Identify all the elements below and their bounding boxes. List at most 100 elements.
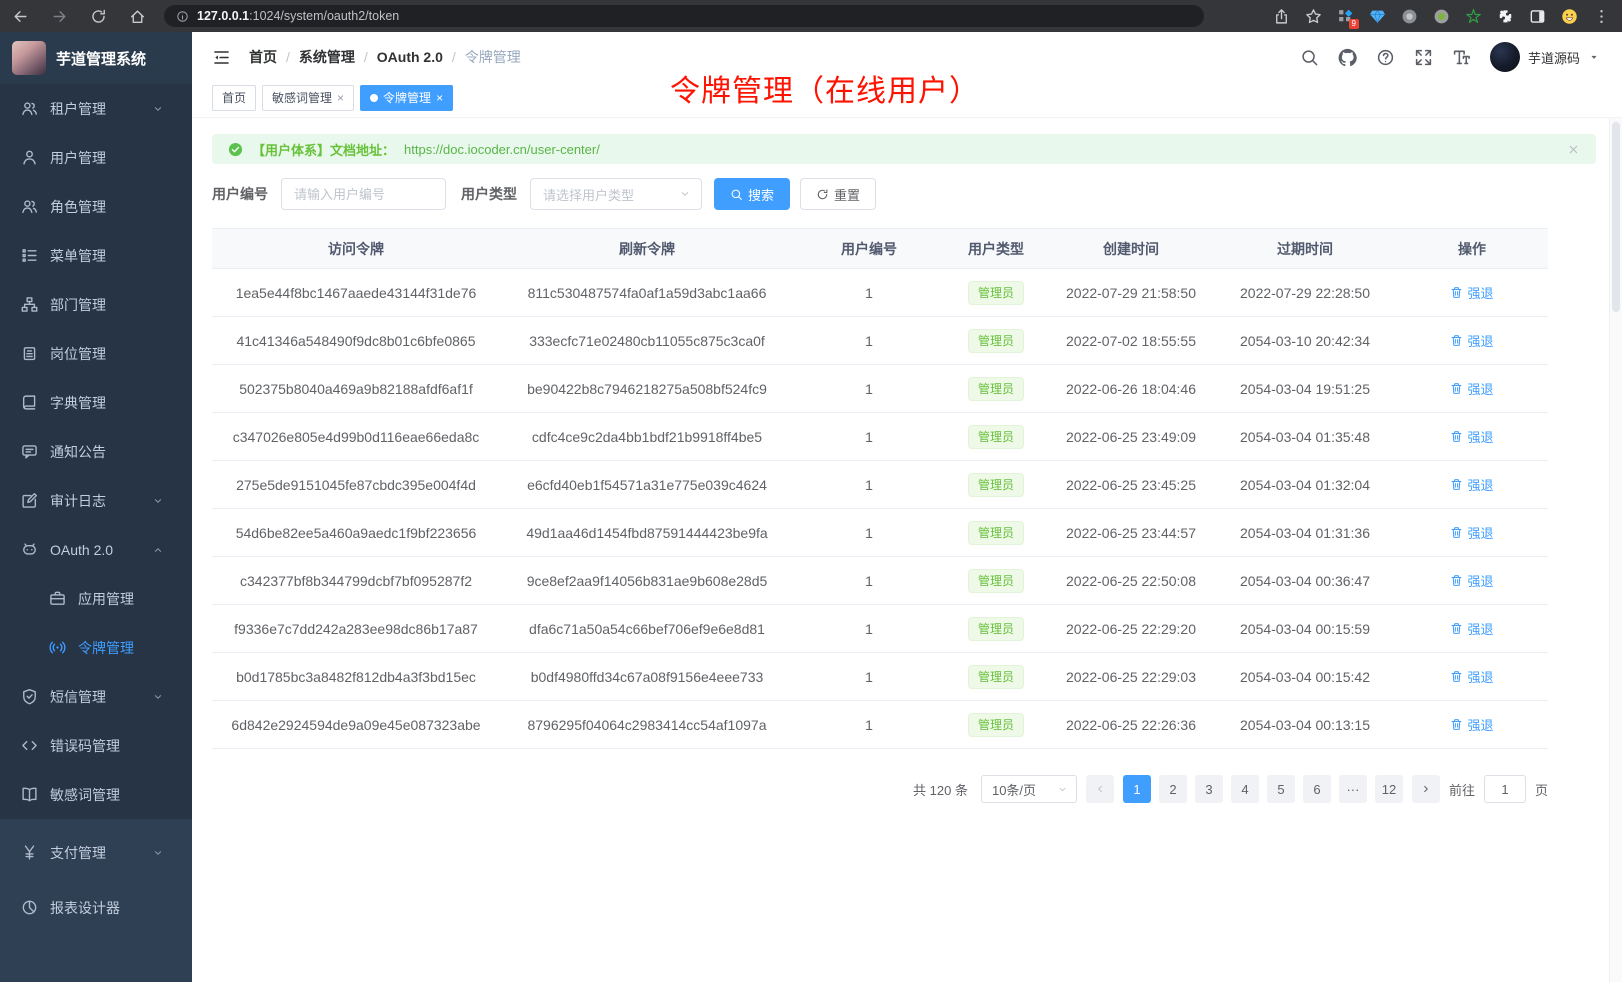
font-size-icon[interactable] xyxy=(1452,48,1471,67)
page-button-3[interactable]: 3 xyxy=(1195,775,1223,803)
app-logo-row[interactable]: 芋道管理系统 xyxy=(0,32,192,84)
tag-tab-1[interactable]: 首页 xyxy=(212,85,256,111)
sidebar-item-13[interactable]: 短信管理 xyxy=(0,672,192,721)
page-button-2[interactable]: 2 xyxy=(1159,775,1187,803)
user-id-input[interactable] xyxy=(281,178,446,210)
content: 【用户体系】文档地址： https://doc.iocoder.cn/user-… xyxy=(192,118,1622,803)
users-icon xyxy=(21,198,38,215)
table-header-row: 访问令牌刷新令牌用户编号用户类型创建时间过期时间操作 xyxy=(212,229,1548,269)
force-logout-button[interactable]: 强退 xyxy=(1450,427,1493,446)
user-type-label: 用户类型 xyxy=(461,184,517,204)
sidebar-item-17[interactable]: 报表设计器 xyxy=(0,880,192,935)
page-button-6[interactable]: 6 xyxy=(1303,775,1331,803)
extension-gem-icon[interactable] xyxy=(1369,8,1386,25)
sidebar-item-1[interactable]: 租户管理 xyxy=(0,84,192,133)
extension-green-circle-icon[interactable] xyxy=(1433,8,1450,25)
sidebar: 芋道管理系统 租户管理用户管理角色管理菜单管理部门管理岗位管理字典管理通知公告审… xyxy=(0,32,192,982)
scrollbar[interactable] xyxy=(1609,118,1622,982)
side-panel-icon[interactable] xyxy=(1529,8,1546,25)
breadcrumb: 首页/系统管理/OAuth 2.0/令牌管理 xyxy=(249,47,521,67)
browser-forward-icon[interactable] xyxy=(51,8,68,25)
cell-create-time: 2022-06-25 23:49:09 xyxy=(1048,413,1214,461)
page-button-1[interactable]: 1 xyxy=(1123,775,1151,803)
sidebar-item-2[interactable]: 用户管理 xyxy=(0,133,192,182)
fullscreen-icon[interactable] xyxy=(1414,48,1433,67)
sidebar-item-5[interactable]: 部门管理 xyxy=(0,280,192,329)
cell-action: 强退 xyxy=(1396,701,1548,749)
tab-close-icon[interactable]: × xyxy=(337,92,344,104)
tag-tab-2[interactable]: 敏感词管理× xyxy=(262,85,354,111)
reset-button[interactable]: 重置 xyxy=(800,178,876,210)
force-logout-button[interactable]: 强退 xyxy=(1450,475,1493,494)
address-bar[interactable]: 127.0.0.1:1024/system/oauth2/token xyxy=(164,5,1204,27)
sidebar-item-15[interactable]: 敏感词管理 xyxy=(0,770,192,819)
force-logout-button[interactable]: 强退 xyxy=(1450,331,1493,350)
sidebar-item-9[interactable]: 审计日志 xyxy=(0,476,192,525)
success-check-icon xyxy=(228,142,243,157)
tab-close-icon[interactable]: × xyxy=(436,92,443,104)
doc-link[interactable]: https://doc.iocoder.cn/user-center/ xyxy=(404,142,600,157)
help-icon[interactable] xyxy=(1376,48,1395,67)
cell-refresh-token: 49d1aa46d1454fbd87591444423be9fa xyxy=(500,509,794,557)
collapse-sidebar-icon[interactable] xyxy=(212,48,231,67)
user-type-badge: 管理员 xyxy=(968,617,1024,641)
browser-menu-icon[interactable] xyxy=(1593,8,1610,25)
alert-close-icon[interactable] xyxy=(1567,143,1580,156)
table-row: f9336e7c7dd242a283ee98dc86b17a87dfa6c71a… xyxy=(212,605,1548,653)
sidebar-alt-section: 支付管理报表设计器 xyxy=(0,819,192,982)
user-type-badge: 管理员 xyxy=(968,473,1024,497)
user-type-select[interactable]: 请选择用户类型 xyxy=(530,178,702,210)
page-button-12[interactable]: 12 xyxy=(1375,775,1403,803)
site-info-icon[interactable] xyxy=(176,10,189,23)
extensions-puzzle-icon[interactable] xyxy=(1497,8,1514,25)
scrollbar-thumb[interactable] xyxy=(1612,122,1620,312)
page-button-5[interactable]: 5 xyxy=(1267,775,1295,803)
prev-page-button[interactable] xyxy=(1086,775,1114,803)
sidebar-item-7[interactable]: 字典管理 xyxy=(0,378,192,427)
sidebar-item-10[interactable]: OAuth 2.0 xyxy=(0,525,192,574)
sidebar-item-6[interactable]: 岗位管理 xyxy=(0,329,192,378)
force-logout-button[interactable]: 强退 xyxy=(1450,619,1493,638)
share-icon[interactable] xyxy=(1273,8,1290,25)
browser-reload-icon[interactable] xyxy=(90,8,107,25)
goto-page-input[interactable] xyxy=(1484,775,1526,803)
next-page-button[interactable] xyxy=(1412,775,1440,803)
force-logout-button[interactable]: 强退 xyxy=(1450,571,1493,590)
tag-tab-3[interactable]: 令牌管理× xyxy=(360,85,453,111)
breadcrumb-item-3[interactable]: OAuth 2.0 xyxy=(377,49,443,65)
extension-green-star-icon[interactable] xyxy=(1465,8,1482,25)
sidebar-item-8[interactable]: 通知公告 xyxy=(0,427,192,476)
chevron-down-icon xyxy=(152,691,164,703)
cell-action: 强退 xyxy=(1396,365,1548,413)
sidebar-item-11[interactable]: 应用管理 xyxy=(0,574,192,623)
search-icon[interactable] xyxy=(1300,48,1319,67)
force-logout-button[interactable]: 强退 xyxy=(1450,283,1493,302)
sidebar-item-4[interactable]: 菜单管理 xyxy=(0,231,192,280)
pagination: 共 120 条 10条/页 123456···12 前往 页 xyxy=(212,775,1548,803)
extension-grid-icon[interactable]: 9 xyxy=(1337,8,1354,25)
bookmark-star-icon[interactable] xyxy=(1305,8,1322,25)
force-logout-button[interactable]: 强退 xyxy=(1450,523,1493,542)
sidebar-item-3[interactable]: 角色管理 xyxy=(0,182,192,231)
user-menu[interactable]: 芋道源码 xyxy=(1490,42,1600,72)
trash-icon xyxy=(1450,526,1463,539)
browser-back-icon[interactable] xyxy=(12,8,29,25)
sidebar-item-label: 部门管理 xyxy=(50,295,106,315)
force-logout-button[interactable]: 强退 xyxy=(1450,667,1493,686)
page-more-button[interactable]: ··· xyxy=(1339,775,1367,803)
sidebar-item-16[interactable]: 支付管理 xyxy=(0,825,192,880)
force-logout-button[interactable]: 强退 xyxy=(1450,715,1493,734)
github-icon[interactable] xyxy=(1338,48,1357,67)
page-size-select[interactable]: 10条/页 xyxy=(981,775,1077,803)
profile-avatar-icon[interactable] xyxy=(1561,8,1578,25)
extension-gray-circle-icon[interactable] xyxy=(1401,8,1418,25)
browser-home-icon[interactable] xyxy=(129,8,146,25)
page-button-4[interactable]: 4 xyxy=(1231,775,1259,803)
force-logout-button[interactable]: 强退 xyxy=(1450,379,1493,398)
breadcrumb-item-2[interactable]: 系统管理 xyxy=(299,47,355,67)
sidebar-item-14[interactable]: 错误码管理 xyxy=(0,721,192,770)
search-button[interactable]: 搜索 xyxy=(714,178,790,210)
sidebar-item-12[interactable]: 令牌管理 xyxy=(0,623,192,672)
breadcrumb-item-1[interactable]: 首页 xyxy=(249,47,277,67)
breadcrumb-item-4: 令牌管理 xyxy=(465,47,521,67)
